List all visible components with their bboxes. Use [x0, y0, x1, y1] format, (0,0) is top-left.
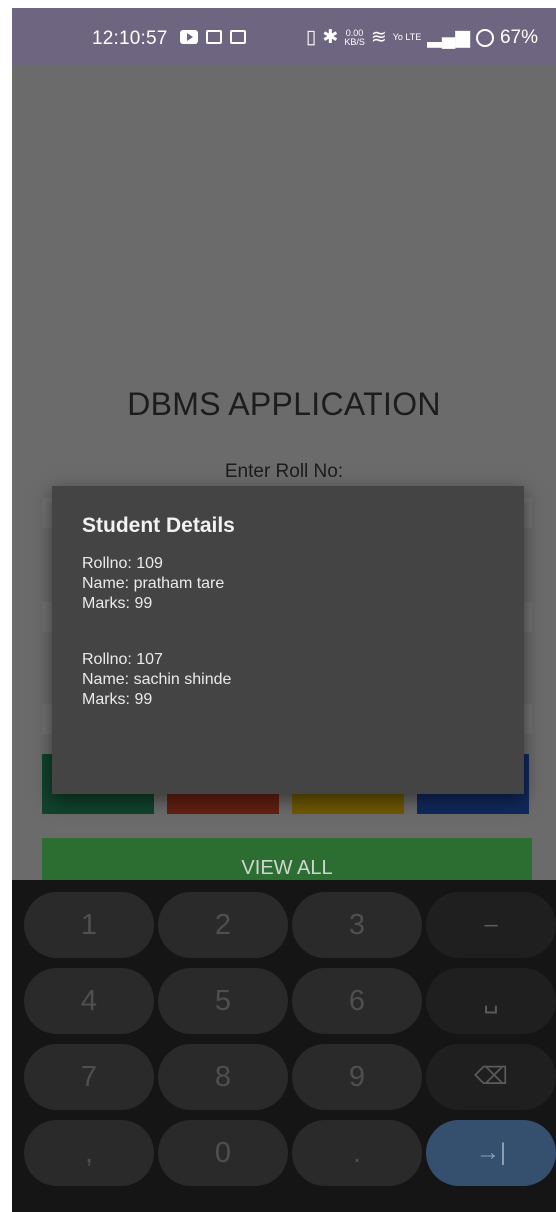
- vibrate-icon: ▯: [305, 27, 317, 48]
- key-9[interactable]: 9: [292, 1044, 422, 1110]
- key-8[interactable]: 8: [158, 1044, 288, 1110]
- key-5[interactable]: 5: [158, 968, 288, 1034]
- key-4[interactable]: 4: [24, 968, 154, 1034]
- student-details-dialog: Student Details Rollno: 109 Name: pratha…: [52, 486, 524, 794]
- student-record: Rollno: 109 Name: pratham tare Marks: 99: [82, 554, 224, 614]
- signal-icon: ▂▄▆: [427, 27, 470, 48]
- numeric-keyboard: 1 2 3 – 4 5 6 ␣ 7 8 9 ⌫ , 0 . →|: [12, 880, 556, 1212]
- youtube-icon: [180, 30, 198, 44]
- status-right-icons: ▯ ✱ 0.00 KB/S ≋ Yo LTE ▂▄▆ 67%: [306, 26, 538, 49]
- record-name: Name: sachin shinde: [82, 671, 232, 688]
- record-marks: Marks: 99: [82, 691, 153, 708]
- app-title: DBMS APPLICATION: [127, 386, 441, 422]
- status-bar: 12:10:57 ▯ ✱ 0.00 KB/S ≋ Yo LTE ▂▄▆ 67%: [12, 8, 556, 66]
- network-type: Yo LTE: [392, 32, 422, 42]
- key-7[interactable]: 7: [24, 1044, 154, 1110]
- view-all-button[interactable]: VIEW ALL: [42, 838, 532, 880]
- record-marks: Marks: 99: [82, 595, 153, 612]
- dialog-title: Student Details: [82, 514, 235, 537]
- key-minus[interactable]: –: [426, 892, 556, 958]
- phone-screen: 12:10:57 ▯ ✱ 0.00 KB/S ≋ Yo LTE ▂▄▆ 67% …: [12, 8, 556, 1212]
- battery-percent: 67%: [499, 26, 538, 48]
- battery-icon: [475, 28, 494, 47]
- backspace-key[interactable]: ⌫: [426, 1044, 556, 1110]
- key-period[interactable]: .: [292, 1120, 422, 1186]
- key-1[interactable]: 1: [24, 892, 154, 958]
- key-2[interactable]: 2: [158, 892, 288, 958]
- next-key[interactable]: →|: [426, 1120, 556, 1186]
- notification-icons: [180, 30, 246, 44]
- wifi-icon: ≋: [370, 27, 387, 48]
- network-speed: 0.00 KB/S: [344, 28, 365, 47]
- key-comma[interactable]: ,: [24, 1120, 154, 1186]
- key-3[interactable]: 3: [292, 892, 422, 958]
- record-rollno: Rollno: 109: [82, 555, 163, 572]
- key-6[interactable]: 6: [292, 968, 422, 1034]
- network-speed-unit: KB/S: [344, 36, 365, 47]
- record-rollno: Rollno: 107: [82, 651, 163, 668]
- status-time: 12:10:57: [92, 28, 168, 49]
- record-name: Name: pratham tare: [82, 575, 225, 592]
- key-space[interactable]: ␣: [426, 968, 556, 1034]
- calendar-icon: [206, 30, 222, 44]
- key-0[interactable]: 0: [158, 1120, 288, 1186]
- roll-no-label: Enter Roll No:: [224, 461, 344, 482]
- gmail-icon: [230, 30, 246, 44]
- bluetooth-icon: ✱: [322, 27, 339, 48]
- student-record: Rollno: 107 Name: sachin shinde Marks: 9…: [82, 650, 231, 710]
